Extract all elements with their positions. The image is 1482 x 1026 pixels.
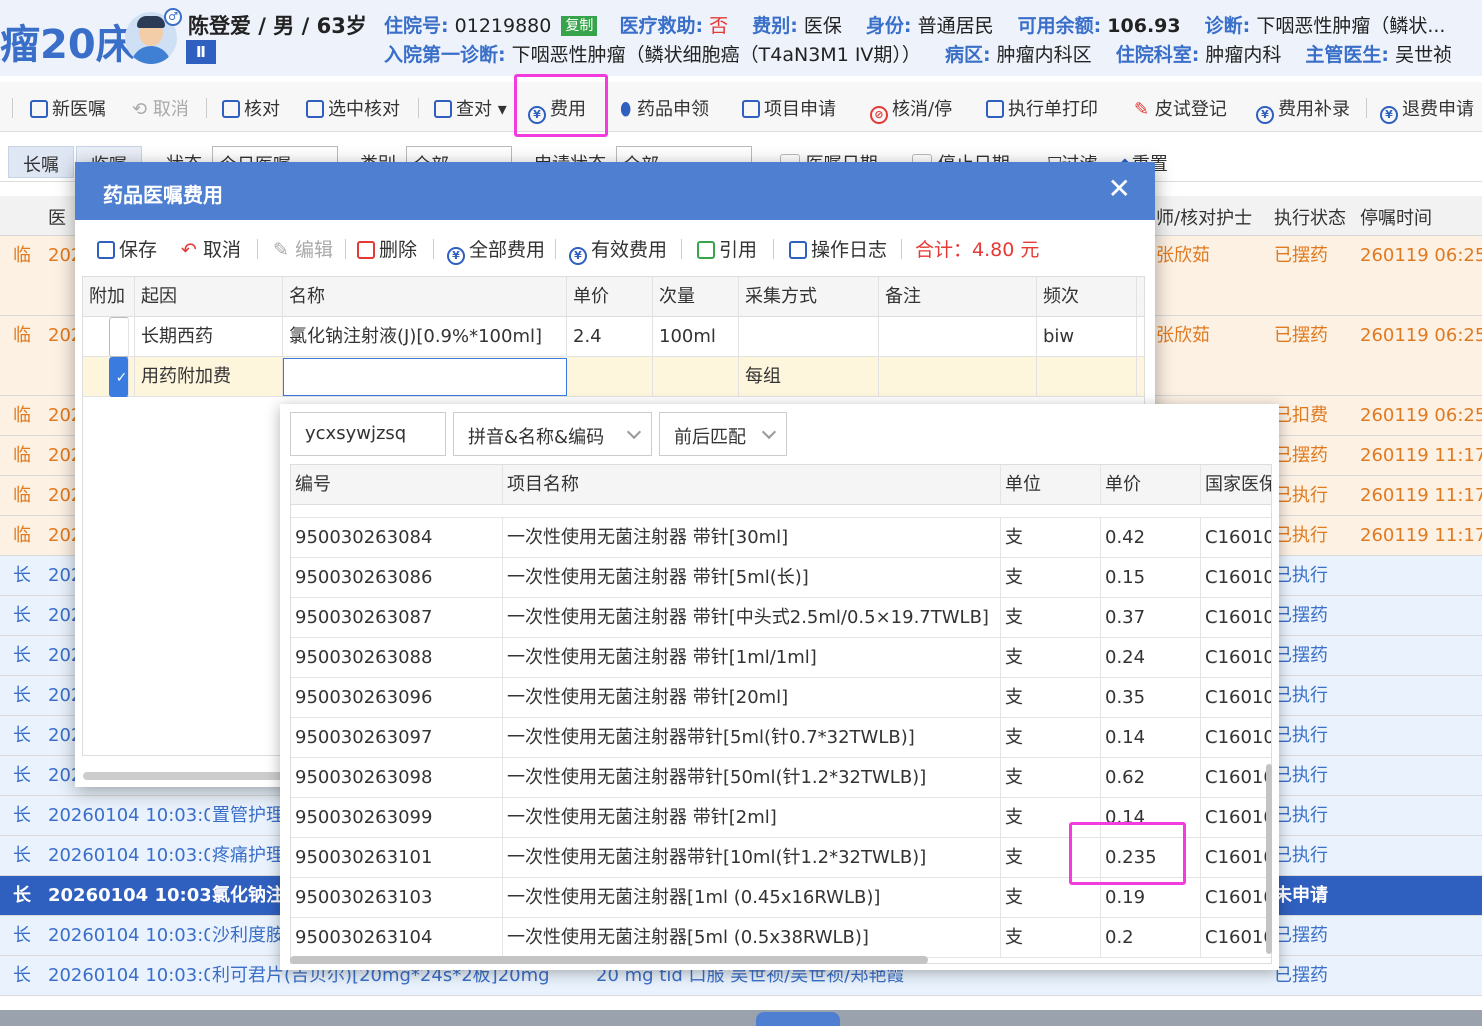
diagnosis-value: 下咽恶性肿瘤（鳞状... [1256, 15, 1446, 37]
chevron-down-icon [761, 424, 777, 440]
extra-checkbox-checked[interactable]: ✓ [108, 357, 129, 397]
bottom-scrollbar[interactable] [0, 1010, 1482, 1026]
clipboard-icon [742, 100, 760, 118]
popup-horizontal-scrollbar[interactable] [290, 956, 928, 964]
list-item[interactable]: 950030263087 一次性使用无菌注射器 带针[中头式2.5ml/0.5×1… [291, 598, 1271, 638]
ward-value: 肿瘤内科区 [996, 44, 1092, 66]
patient-name: 陈登爱 / 男 / 63岁 [188, 14, 367, 38]
trash-icon [357, 241, 375, 259]
dialog-horizontal-scrollbar[interactable] [83, 772, 283, 780]
save-icon [97, 241, 115, 259]
medical-aid-value: 否 [709, 15, 729, 37]
cancel-button[interactable]: ⟲ 取消 [132, 95, 189, 121]
refund-request-button[interactable]: ¥ 退费申请 [1380, 95, 1474, 124]
dialog-toolbar: 保存 ↶ 取消 ✎ 编辑 删除 ¥ 全部费用 ¥ 有效费用 引用 操作日志 合计：4… [75, 220, 1155, 274]
popup-vertical-scrollbar[interactable] [1266, 764, 1272, 954]
list-item[interactable]: 950030263098 一次性使用无菌注射器带针[50ml(针1.2*32TWL… [291, 758, 1271, 798]
all-fees-button[interactable]: ¥ 全部费用 [447, 235, 545, 265]
edit-button[interactable]: ✎ 编辑 [273, 235, 333, 262]
quote-button[interactable]: 引用 [697, 235, 757, 262]
yen-icon: ¥ [447, 247, 465, 265]
undo-arrow-icon: ⟲ [132, 99, 148, 120]
list-item[interactable]: 950030263097 一次性使用无菌注射器带针[5ml(针0.7*32TWLB… [291, 718, 1271, 758]
pen-icon: ✎ [1134, 99, 1150, 120]
identity-value: 普通居民 [917, 15, 994, 37]
search-query-input[interactable]: ycxsywjzsq [290, 412, 446, 456]
list-item[interactable]: 950030263086 一次性使用无菌注射器 带针[5ml(长)] 支 0.15 C1… [291, 558, 1271, 598]
chevron-down-icon [626, 424, 642, 440]
list-item[interactable]: 950030263084 一次性使用无菌注射器 带针[30ml] 支 0.42 C160… [291, 518, 1271, 558]
dept-value: 肿瘤内科 [1205, 44, 1282, 66]
delete-button[interactable]: 删除 [357, 235, 417, 262]
yen-icon: ¥ [1380, 106, 1398, 124]
table-row-editing[interactable]: ✓ 用药附加费 每组 [83, 357, 1144, 397]
list-item[interactable]: 950030263096 一次性使用无菌注射器 带针[20ml] 支 0.35 C160… [291, 678, 1271, 718]
care-level-badge: Ⅱ [186, 40, 216, 64]
checklist-icon [306, 100, 324, 118]
drug-request-button[interactable]: ⬮ 药品申领 [620, 95, 709, 121]
search-mode-select[interactable]: 拼音&名称&编码 [453, 412, 652, 456]
copy-button[interactable]: 复制 [561, 16, 598, 36]
table-row[interactable]: 长期西药 氯化钠注射液(J)[0.9%*100ml] 2.4 100ml biw… [83, 317, 1144, 357]
printer-icon [986, 100, 1004, 118]
balance-value: 106.93 [1107, 15, 1181, 37]
check-selected-button[interactable]: 选中核对 [306, 95, 400, 121]
gender-badge-icon: ♂ [164, 8, 182, 26]
dialog-cancel-button[interactable]: ↶ 取消 [181, 235, 241, 262]
fee-supplement-button[interactable]: ¥ 费用补录 [1256, 95, 1350, 124]
new-order-button[interactable]: 新医嘱 [30, 95, 106, 121]
yen-icon: ¥ [569, 247, 587, 265]
bed-number: 瘤20床 [0, 22, 136, 68]
valid-fees-button[interactable]: ¥ 有效费用 [569, 235, 667, 265]
total-amount: 合计：4.80 元 [915, 239, 1040, 261]
search-icon [434, 100, 452, 118]
collapse-handle-icon[interactable] [756, 1012, 840, 1026]
patient-header: 瘤20床 ♂ Ⅱ 陈登爱 / 男 / 63岁 住院号: 01219880 复制 … [0, 0, 1482, 76]
document-icon [30, 100, 48, 118]
pencil-icon: ✎ [273, 239, 289, 261]
header-row-2: 入院第一诊断: 下咽恶性肿瘤（鳞状细胞癌（T4aN3M1 IV期）） 病区: 肿… [384, 44, 1453, 66]
stop-icon: ⊘ [870, 106, 888, 124]
item-name-input[interactable] [283, 358, 567, 396]
item-request-button[interactable]: 项目申请 [742, 95, 836, 121]
item-search-popup: ycxsywjzsq 拼音&名称&编码 前后匹配 编号 项目名称 单位 单价 国… [280, 404, 1279, 970]
checkbox-icon [222, 100, 240, 118]
pill-icon: ⬮ [620, 99, 632, 120]
header-row-1: 住院号: 01219880 复制 医疗救助: 否 费别: 医保 身份: 普通居民… [384, 15, 1446, 37]
match-mode-select[interactable]: 前后匹配 [659, 412, 787, 456]
extra-checkbox[interactable] [108, 317, 129, 357]
query-dropdown-button[interactable]: 查对 ▾ [434, 95, 507, 121]
void-stop-button[interactable]: ⊘ 核消/停 [870, 95, 952, 124]
print-exec-button[interactable]: 执行单打印 [986, 95, 1098, 121]
list-item[interactable]: 950030263104 一次性使用无菌注射器[5ml (0.5x38RWLB)]… [291, 918, 1271, 958]
save-button[interactable]: 保存 [97, 235, 157, 262]
import-icon [697, 241, 715, 259]
yen-icon: ¥ [1256, 106, 1274, 124]
item-grid-header: 编号 项目名称 单位 单价 国家医保 [291, 465, 1271, 505]
first-diagnosis-value: 下咽恶性肿瘤（鳞状细胞癌（T4aN3M1 IV期）） [511, 44, 921, 66]
dialog-title: 药品医嘱费用 ✕ [75, 162, 1155, 220]
skin-test-button[interactable]: ✎ 皮试登记 [1134, 95, 1227, 121]
fee-grid-header: 附加 起因 名称 单价 次量 采集方式 备注 频次 总 [83, 277, 1144, 317]
list-item[interactable]: 950030263088 一次性使用无菌注射器 带针[1ml/1ml] 支 0.24 C… [291, 638, 1271, 678]
check-button[interactable]: 核对 [222, 95, 280, 121]
close-icon[interactable]: ✕ [1108, 174, 1131, 204]
fee-button-highlight [514, 74, 608, 137]
undo-arrow-icon: ↶ [181, 239, 197, 261]
price-highlight [1069, 822, 1186, 885]
tab-long-order[interactable]: 长嘱 [8, 146, 74, 178]
main-toolbar: 新医嘱 ⟲ 取消 核对 选中核对 查对 ▾ ¥ 费用 ⬮ 药品申领 项目申请 ⊘ 核… [0, 82, 1482, 132]
admission-number: 01219880 [454, 15, 552, 37]
item-result-grid: 编号 项目名称 单位 单价 国家医保 950030263084 一次性使用无菌注射… [290, 464, 1272, 964]
fee-type-value: 医保 [803, 15, 842, 37]
doctor-value: 吴世祯 [1395, 44, 1453, 66]
log-icon [789, 241, 807, 259]
operation-log-button[interactable]: 操作日志 [789, 235, 887, 262]
